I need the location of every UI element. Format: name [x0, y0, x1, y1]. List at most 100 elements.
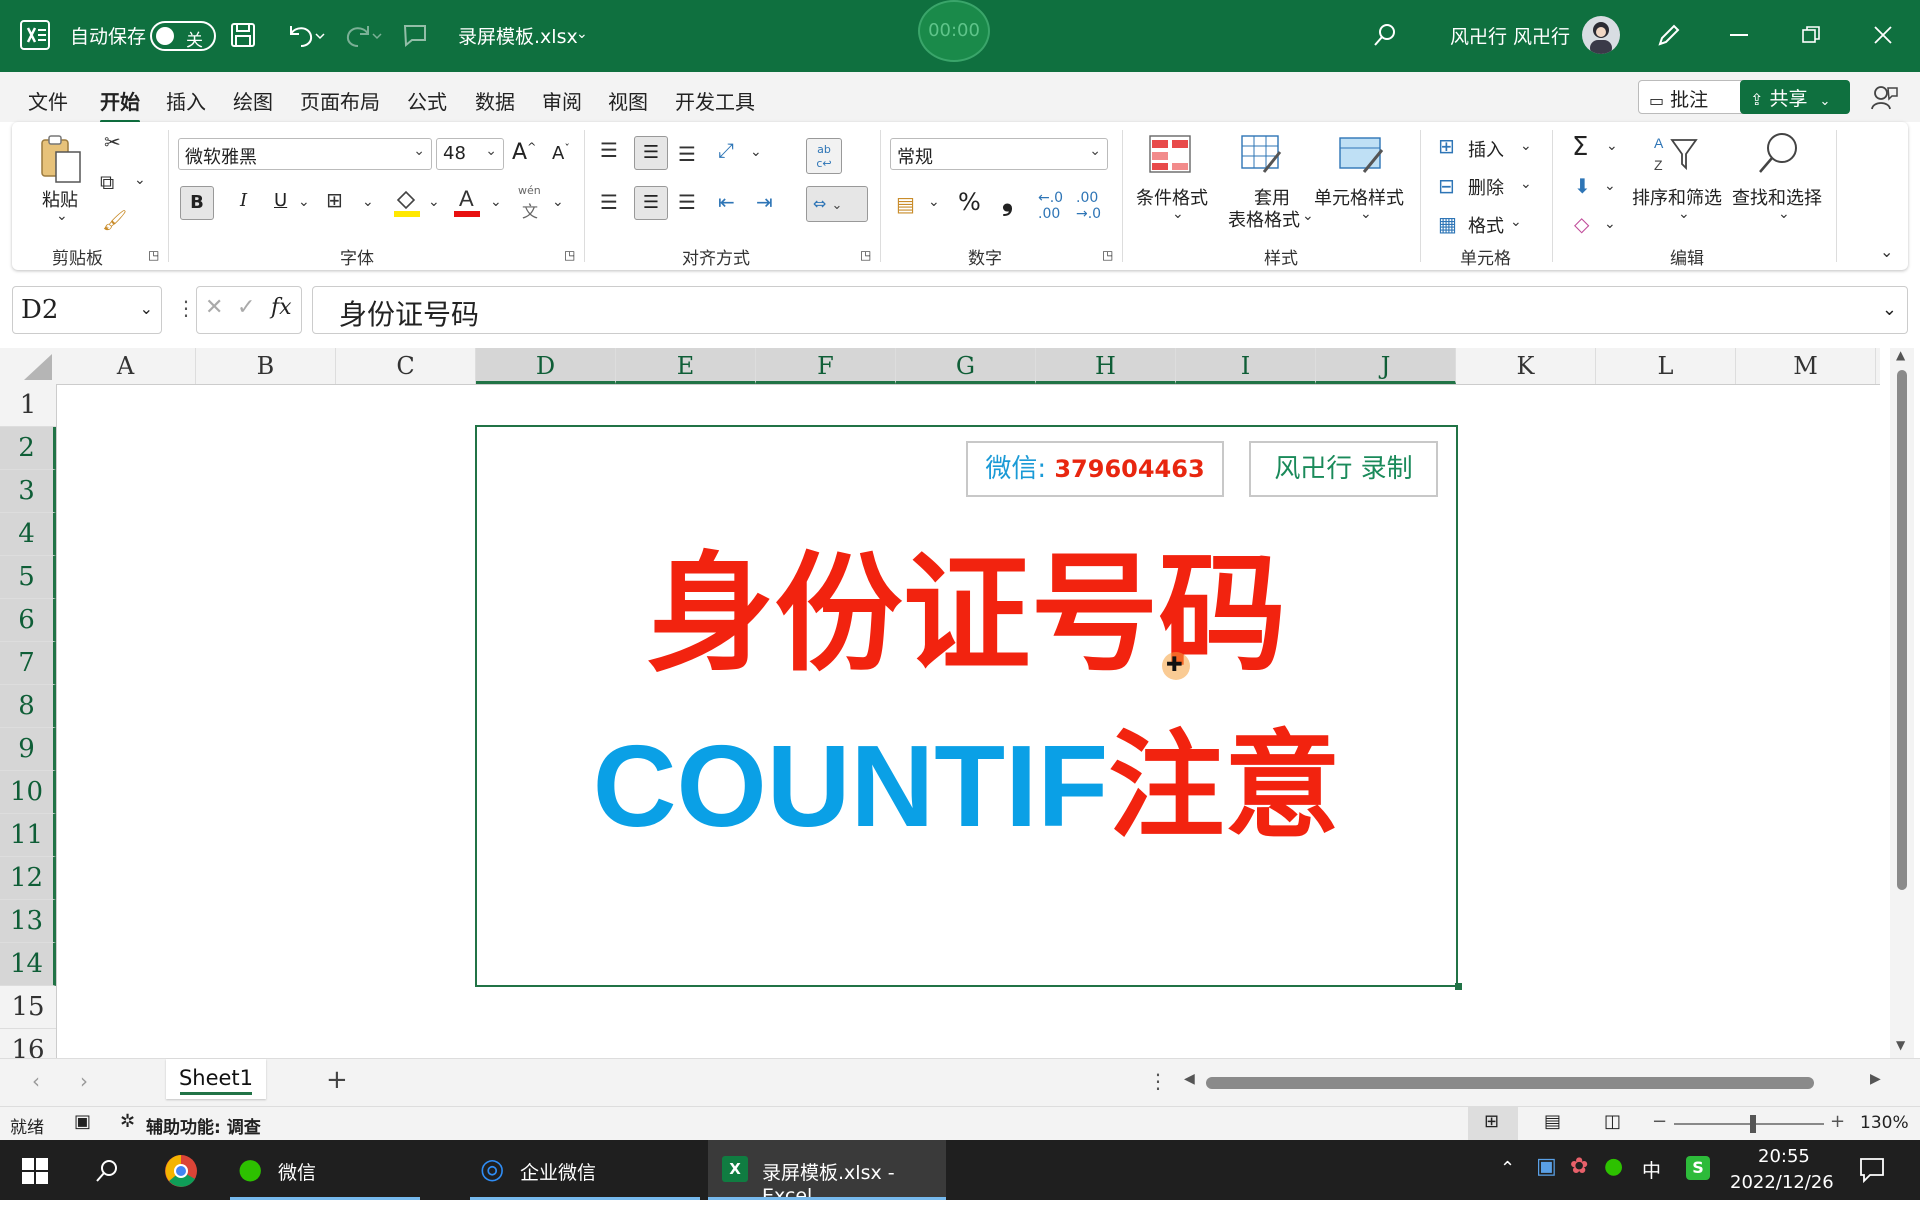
tray-wechat-icon[interactable]: ● — [1604, 1154, 1623, 1179]
scroll-right-icon[interactable]: ▶ — [1870, 1071, 1881, 1087]
file-name[interactable]: 录屏模板.xlsx — [458, 22, 578, 49]
more-options-icon[interactable]: ⋮ — [176, 296, 196, 320]
comment-flag-icon[interactable] — [402, 22, 428, 48]
chevron-down-icon[interactable]: ⌄ — [1606, 138, 1618, 154]
user-name[interactable]: 风卍行 风卍行 — [1450, 22, 1570, 49]
chevron-down-icon[interactable]: ⌄ — [298, 194, 310, 210]
fill-down-icon[interactable]: ⬇ — [1574, 174, 1591, 198]
dialog-launcher-icon[interactable]: ◳ — [564, 248, 575, 262]
tab-home[interactable]: 开始 — [100, 86, 140, 123]
sheet-tab[interactable]: Sheet1 — [166, 1059, 266, 1099]
grow-font-icon[interactable]: A^ — [512, 140, 536, 165]
collapse-ribbon-icon[interactable]: ⌄ — [1880, 242, 1893, 261]
format-as-table-icon[interactable] — [1240, 134, 1284, 174]
filename-chevron-icon[interactable]: ⌄ — [576, 26, 588, 42]
normal-view-button[interactable]: ⊞ — [1468, 1107, 1518, 1141]
chevron-down-icon[interactable]: ⌄ — [1604, 216, 1616, 232]
chevron-down-icon[interactable]: ⌄ — [362, 194, 374, 210]
tray-app-icon[interactable]: ▣ — [1536, 1154, 1557, 1179]
prev-sheet-icon[interactable]: ‹ — [32, 1069, 40, 1093]
accessibility-icon[interactable]: ✲ — [120, 1111, 135, 1132]
column-header[interactable]: B — [196, 348, 336, 384]
chevron-down-icon[interactable]: ⌄ — [140, 299, 153, 318]
column-header[interactable]: J — [1316, 348, 1456, 384]
chevron-down-icon[interactable]: ⌄ — [750, 144, 762, 160]
confirm-entry-icon[interactable]: ✓ — [237, 295, 255, 320]
scroll-up-icon[interactable]: ▲ — [1896, 348, 1905, 362]
tab-developer[interactable]: 开发工具 — [675, 86, 755, 115]
row-header[interactable]: 6 — [0, 599, 56, 642]
chevron-down-icon[interactable]: ⌄ — [1510, 214, 1522, 230]
chrome-icon[interactable] — [164, 1154, 198, 1188]
delete-cells-icon[interactable]: ⊟ — [1438, 174, 1455, 198]
redo-icon[interactable] — [342, 20, 382, 50]
cut-icon[interactable]: ✂ — [104, 130, 121, 154]
row-header[interactable]: 1 — [0, 384, 56, 427]
horizontal-scroll-thumb[interactable] — [1206, 1077, 1814, 1089]
chevron-down-icon[interactable]: ⌄ — [928, 194, 940, 210]
cell-styles-label[interactable]: 单元格样式 — [1314, 184, 1404, 210]
share-button[interactable]: ⇪ 共享 ⌄ — [1740, 80, 1850, 114]
clear-eraser-icon[interactable]: ◇ — [1574, 212, 1589, 236]
format-cells-label[interactable]: 格式 — [1468, 212, 1504, 238]
column-header[interactable]: F — [756, 348, 896, 384]
dialog-launcher-icon[interactable]: ◳ — [860, 248, 871, 262]
decrease-indent-icon[interactable]: ⇤ — [718, 190, 735, 214]
paste-icon[interactable] — [38, 132, 84, 188]
copy-icon[interactable]: ⧉ — [100, 170, 114, 194]
align-middle-icon[interactable]: ☰ — [634, 136, 668, 170]
column-header[interactable]: D — [476, 348, 616, 384]
tab-view[interactable]: 视图 — [608, 86, 648, 115]
bold-button[interactable]: B — [180, 186, 214, 220]
italic-button[interactable]: I — [240, 190, 247, 211]
row-header[interactable]: 12 — [0, 857, 56, 900]
vertical-scroll-thumb[interactable] — [1897, 370, 1907, 890]
macro-record-icon[interactable]: ▣ — [74, 1111, 91, 1132]
underline-button[interactable]: U — [274, 190, 287, 211]
row-header[interactable]: 11 — [0, 814, 56, 857]
align-top-icon[interactable]: ☰ — [600, 138, 618, 162]
tray-flower-icon[interactable]: ✿ — [1570, 1154, 1588, 1179]
clock-date[interactable]: 2022/12/26 — [1730, 1172, 1834, 1193]
chevron-down-icon[interactable]: ⌄ — [428, 194, 440, 210]
chevron-down-icon[interactable]: ⌄ — [1778, 206, 1790, 222]
tab-draw[interactable]: 绘图 — [233, 86, 273, 115]
undo-icon[interactable] — [285, 20, 325, 50]
select-all-button[interactable] — [0, 348, 56, 384]
column-header[interactable]: H — [1036, 348, 1176, 384]
insert-function-button[interactable]: fx — [271, 295, 292, 320]
chevron-down-icon[interactable]: ⌄ — [1678, 206, 1690, 222]
tab-file[interactable]: 文件 — [28, 86, 68, 115]
chevron-down-icon[interactable]: ⌄ — [490, 194, 502, 210]
cancel-entry-icon[interactable]: ✕ — [205, 295, 223, 320]
tab-formulas[interactable]: 公式 — [407, 86, 447, 115]
next-sheet-icon[interactable]: › — [80, 1069, 88, 1093]
feedback-icon[interactable] — [1870, 84, 1898, 112]
search-icon[interactable] — [94, 1158, 120, 1184]
formula-bar[interactable]: 身份证号码 ⌄ — [312, 286, 1908, 334]
clock-time[interactable]: 20:55 — [1758, 1146, 1810, 1167]
avatar[interactable] — [1582, 16, 1620, 54]
tab-page-layout[interactable]: 页面布局 — [300, 86, 380, 115]
row-header[interactable]: 5 — [0, 556, 56, 599]
font-size-combo[interactable]: 48 ⌄ — [436, 138, 504, 170]
minimize-icon[interactable] — [1730, 34, 1748, 36]
column-header[interactable]: L — [1596, 348, 1736, 384]
format-cells-icon[interactable]: ▦ — [1438, 212, 1457, 236]
cell-styles-icon[interactable] — [1338, 134, 1386, 174]
percent-style-button[interactable]: % — [958, 188, 981, 216]
expand-formula-icon[interactable]: ⌄ — [1882, 299, 1897, 320]
chevron-down-icon[interactable]: ⌄ — [1604, 178, 1616, 194]
chevron-down-icon[interactable]: ⌄ — [1520, 176, 1532, 192]
zoom-slider-thumb[interactable] — [1750, 1115, 1756, 1133]
column-header[interactable]: G — [896, 348, 1036, 384]
zoom-in-button[interactable]: + — [1830, 1111, 1845, 1132]
increase-indent-icon[interactable]: ⇥ — [756, 190, 773, 214]
add-sheet-button[interactable]: + — [326, 1065, 348, 1095]
sort-filter-label[interactable]: 排序和筛选 — [1632, 184, 1722, 210]
column-header[interactable]: M — [1736, 348, 1876, 384]
row-header[interactable]: 8 — [0, 685, 56, 728]
row-header[interactable]: 16 — [0, 1029, 56, 1058]
dialog-launcher-icon[interactable]: ◳ — [1102, 248, 1113, 262]
accessibility-status[interactable]: 辅助功能: 调查 — [146, 1113, 261, 1138]
